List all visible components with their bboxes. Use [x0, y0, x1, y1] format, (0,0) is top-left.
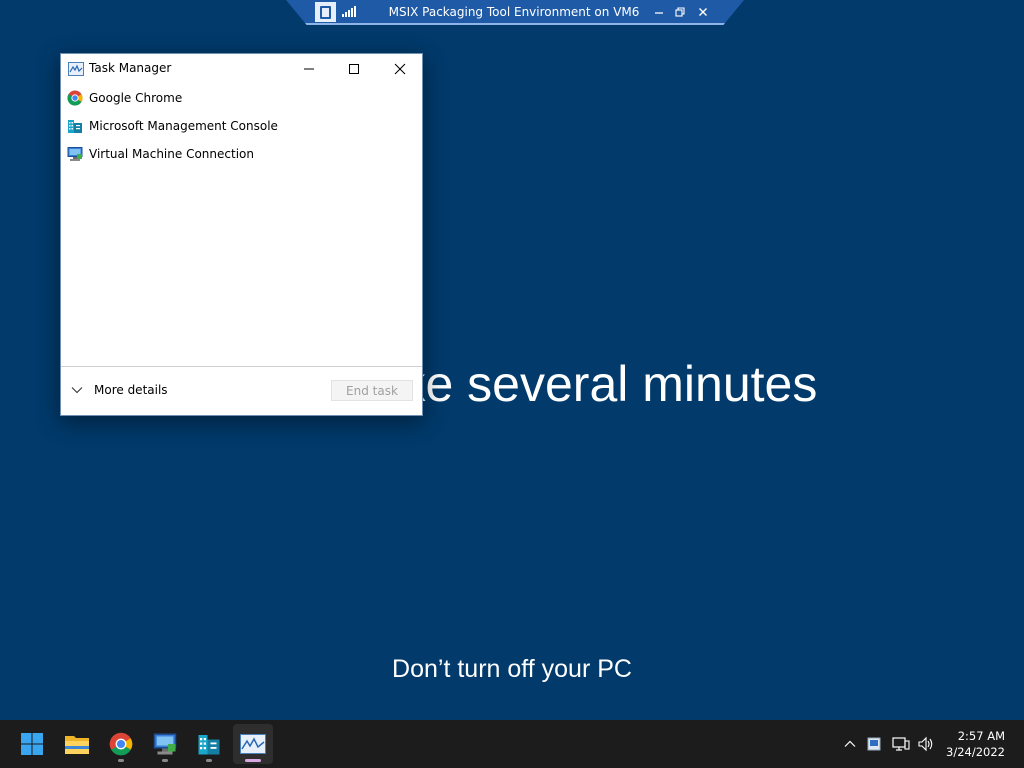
task-manager-icon: [240, 734, 266, 754]
start-button[interactable]: [12, 724, 52, 764]
chrome-icon: [109, 732, 133, 756]
file-explorer-icon: [65, 736, 89, 754]
taskbar-item-task-manager[interactable]: [233, 724, 273, 764]
app-label: Virtual Machine Connection: [89, 147, 254, 161]
chrome-icon: [67, 90, 83, 106]
app-list: Google Chrome Microsoft Management Conso…: [61, 84, 422, 168]
remote-session-bar: MSIX Packaging Tool Environment on VM6: [286, 0, 744, 25]
mmc-icon: [198, 735, 220, 755]
update-warning-message: Don’t turn off your PC: [392, 655, 632, 683]
chevron-down-icon: [71, 387, 83, 394]
list-item[interactable]: Google Chrome: [61, 84, 422, 112]
minimize-icon[interactable]: [650, 3, 668, 21]
taskbar-item-mmc[interactable]: [189, 724, 229, 764]
remote-session-title: MSIX Packaging Tool Environment on VM6: [388, 5, 640, 19]
vm-connection-icon: [153, 733, 177, 755]
taskbar: 2:57 AM 3/24/2022: [0, 720, 1024, 768]
running-indicator: [245, 759, 261, 762]
window-title: Task Manager: [89, 61, 172, 75]
running-indicator: [162, 759, 168, 762]
app-label: Google Chrome: [89, 91, 183, 105]
end-task-button[interactable]: End task: [331, 380, 413, 401]
vm-connection-icon: [67, 147, 83, 161]
taskbar-item-chrome[interactable]: [101, 724, 141, 764]
hyper-v-icon[interactable]: [865, 735, 883, 753]
task-manager-icon: [68, 62, 84, 76]
connection-quality-icon[interactable]: [342, 5, 356, 17]
more-details-button[interactable]: More details: [71, 383, 168, 397]
clock-time: 2:57 AM: [957, 729, 1005, 743]
volume-icon[interactable]: [917, 735, 935, 753]
task-manager-window: Task Manager Google Chrome Microsoft Man…: [60, 53, 423, 416]
task-manager-titlebar[interactable]: Task Manager: [61, 54, 422, 83]
running-indicator: [118, 759, 124, 762]
close-icon[interactable]: [694, 3, 712, 21]
taskbar-item-file-explorer[interactable]: [57, 724, 97, 764]
pin-icon[interactable]: [315, 2, 336, 22]
mmc-icon: [68, 120, 82, 133]
clock-date: 3/24/2022: [946, 745, 1005, 759]
taskbar-item-vm-connection[interactable]: [145, 724, 185, 764]
restore-icon[interactable]: [671, 3, 689, 21]
task-manager-footer: More details End task: [61, 366, 422, 415]
more-details-label: More details: [94, 383, 168, 397]
list-item[interactable]: Microsoft Management Console: [61, 112, 422, 140]
app-label: Microsoft Management Console: [89, 119, 278, 133]
list-item[interactable]: Virtual Machine Connection: [61, 140, 422, 168]
network-icon[interactable]: [892, 735, 910, 753]
clock[interactable]: 2:57 AM 3/24/2022: [946, 728, 1005, 760]
maximize-button[interactable]: [331, 54, 377, 83]
minimize-button[interactable]: [286, 54, 332, 83]
chevron-up-icon[interactable]: [841, 735, 859, 753]
close-button[interactable]: [377, 54, 423, 83]
start-icon: [21, 733, 43, 755]
running-indicator: [206, 759, 212, 762]
